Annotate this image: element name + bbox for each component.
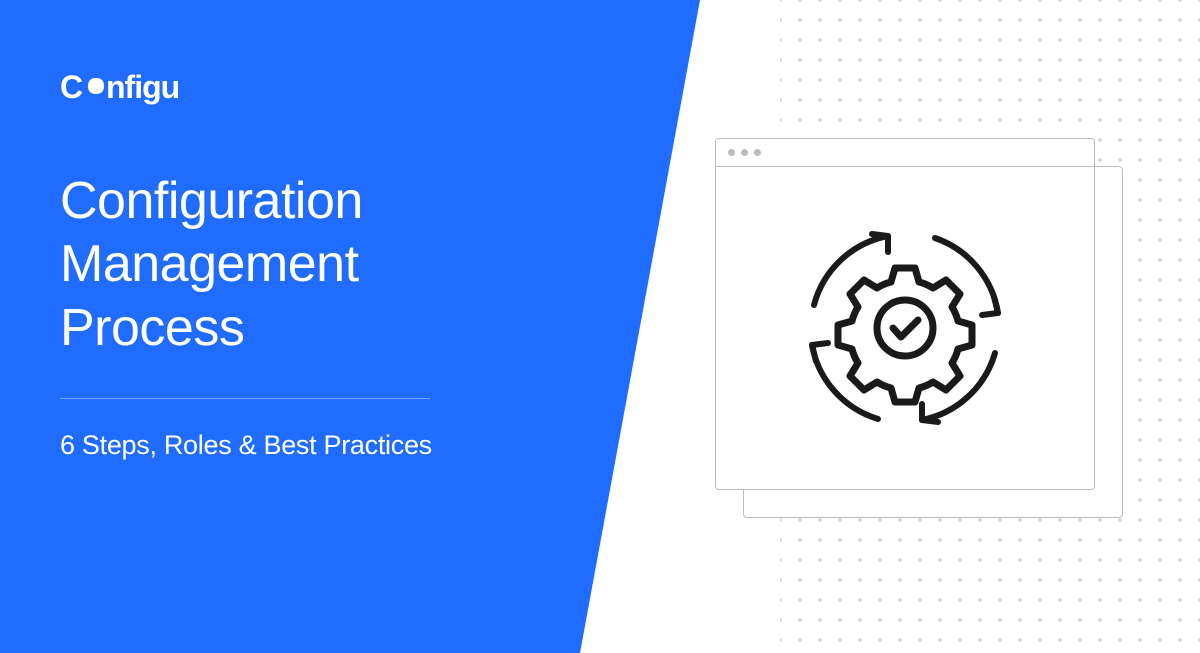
page-subtitle: 6 Steps, Roles & Best Practices xyxy=(60,430,432,461)
window-titlebar xyxy=(716,139,1094,167)
title-line-1: Configuration xyxy=(60,172,363,230)
window-front xyxy=(715,138,1095,490)
brand-logo: C nfigu Configu xyxy=(60,70,205,114)
hero-banner: C nfigu Configu Configuration Management… xyxy=(0,0,1200,653)
gear-check-cycle-icon xyxy=(780,203,1030,453)
window-control-dot xyxy=(754,149,761,156)
window-control-dot xyxy=(728,149,735,156)
title-divider xyxy=(60,398,430,399)
svg-text:nfigu: nfigu xyxy=(106,70,179,105)
window-body xyxy=(716,167,1094,489)
window-control-dot xyxy=(741,149,748,156)
window-illustration-stack xyxy=(715,138,1125,518)
title-line-2: Management xyxy=(60,235,359,293)
configu-logo-svg: C nfigu xyxy=(60,70,205,106)
title-line-3: Process xyxy=(60,299,244,357)
page-title: Configuration Management Process xyxy=(60,170,363,360)
svg-text:C: C xyxy=(60,70,83,105)
